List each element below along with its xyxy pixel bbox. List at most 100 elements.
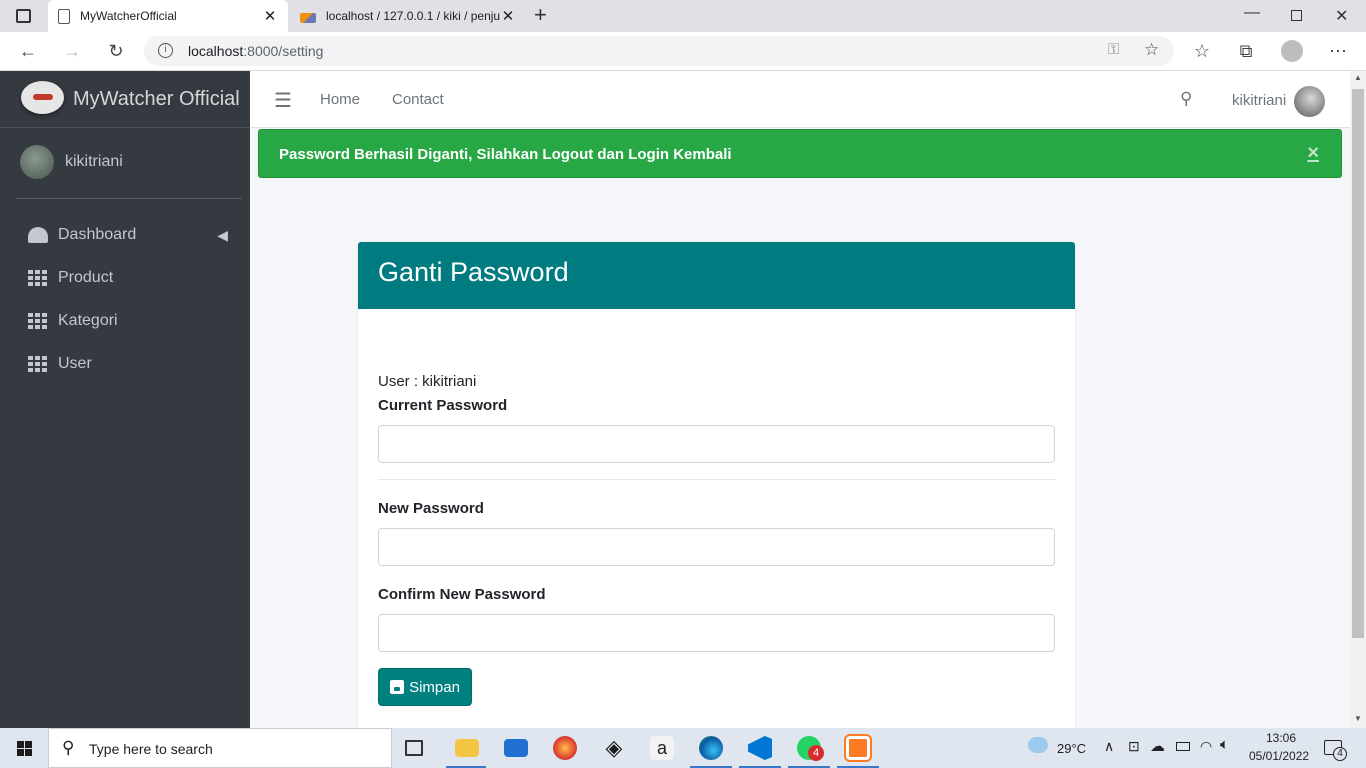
scrollbar-thumb[interactable]	[1352, 89, 1364, 638]
reload-icon[interactable]: ↻	[104, 40, 128, 62]
page-icon	[58, 8, 70, 24]
current-password-input[interactable]	[378, 425, 1055, 463]
content-wrapper: Password Berhasil Diganti, Silahkan Logo…	[250, 128, 1350, 742]
grid-icon	[28, 356, 48, 372]
hamburger-menu-icon[interactable]: ☰	[274, 88, 292, 113]
brand-link[interactable]: MyWatcher Official	[0, 71, 250, 128]
meet-now-icon[interactable]: ⊡	[1128, 738, 1140, 755]
address-bar[interactable]: i localhost:8000/setting ⚿ ☆	[144, 36, 1174, 66]
tab-mywatcher[interactable]: MyWatcherOfficial ✕	[48, 0, 288, 32]
user-line: User : kikitriani	[378, 373, 477, 390]
url-host: localhost	[188, 43, 244, 59]
nav-user-avatar[interactable]	[1294, 86, 1325, 117]
brand-logo	[21, 81, 64, 114]
phpmyadmin-icon	[300, 13, 316, 23]
nav-link-home[interactable]: Home	[320, 91, 360, 108]
scroll-down-icon[interactable]: ▼	[1354, 714, 1362, 723]
card-header: Ganti Password	[358, 242, 1075, 309]
sidebar-item-label: Kategori	[58, 312, 118, 329]
info-icon[interactable]: i	[158, 43, 173, 58]
xampp-icon[interactable]	[844, 734, 872, 762]
more-menu-icon[interactable]: ⋯	[1326, 40, 1350, 62]
grid-icon	[28, 270, 48, 286]
save-icon	[390, 680, 405, 694]
confirm-password-input[interactable]	[378, 614, 1055, 652]
minimize-button[interactable]: —	[1244, 4, 1260, 22]
browser-toolbar: ← → ↻ i localhost:8000/setting ⚿ ☆ ☆ ⧉ ⋯	[0, 32, 1366, 71]
sidebar-item-label: Dashboard	[58, 226, 137, 243]
clock-date[interactable]: 05/01/2022	[1249, 749, 1309, 763]
chevron-left-icon: ◀	[217, 226, 228, 243]
task-view-icon[interactable]	[405, 740, 423, 756]
windows-taskbar: ⚲ Type here to search ◈ a 4 29°C ∧ ⊡ ☁ ◠…	[0, 728, 1366, 768]
volume-icon[interactable]: 🔈︎	[1220, 736, 1229, 753]
close-tab-icon[interactable]: ✕	[500, 7, 516, 25]
profile-avatar[interactable]	[1281, 40, 1303, 62]
edge-icon[interactable]	[699, 736, 723, 760]
vscode-icon[interactable]	[748, 736, 772, 760]
tachometer-icon	[28, 227, 48, 243]
divider	[378, 479, 1055, 480]
scroll-up-icon[interactable]: ▲	[1354, 73, 1362, 82]
collections-icon[interactable]: ⧉	[1234, 40, 1258, 62]
page-scrollbar[interactable]: ▲ ▼	[1350, 71, 1366, 728]
browser-tab-strip: MyWatcherOfficial ✕ localhost / 127.0.0.…	[0, 0, 1366, 32]
taskbar-search-placeholder: Type here to search	[89, 741, 213, 757]
top-navbar: ☰ Home Contact ⚲ kikitriani	[250, 71, 1350, 128]
weather-icon[interactable]	[1028, 737, 1048, 753]
tab-actions-icon[interactable]	[16, 9, 31, 23]
sidebar-user-name[interactable]: kikitriani	[65, 153, 123, 171]
sidebar-item-label: User	[58, 355, 92, 372]
close-tab-icon[interactable]: ✕	[262, 7, 278, 25]
battery-icon[interactable]	[1176, 742, 1190, 751]
tab-title: localhost / 127.0.0.1 / kiki / penju	[326, 9, 500, 23]
nav-user-name[interactable]: kikitriani	[1232, 92, 1286, 109]
alert-close-button[interactable]: ×	[1307, 142, 1319, 165]
sidebar: MyWatcher Official kikitriani Dashboard …	[0, 71, 250, 728]
current-password-label: Current Password	[378, 397, 508, 414]
grid-icon	[28, 313, 48, 329]
start-button[interactable]	[0, 728, 48, 768]
new-tab-button[interactable]: +	[534, 2, 547, 28]
mail-icon[interactable]	[504, 739, 528, 757]
taskbar-search[interactable]: ⚲ Type here to search	[48, 728, 392, 768]
file-explorer-icon[interactable]	[455, 739, 479, 757]
sidebar-user-panel[interactable]: kikitriani	[16, 141, 242, 199]
new-password-input[interactable]	[378, 528, 1055, 566]
sidebar-item-kategori[interactable]: Kategori	[16, 301, 242, 341]
favorites-icon[interactable]: ☆	[1190, 40, 1214, 62]
change-password-card: Ganti Password User : kikitriani Current…	[358, 242, 1075, 742]
card-title: Ganti Password	[378, 257, 569, 287]
search-icon: ⚲	[62, 738, 75, 757]
wifi-icon[interactable]: ◠	[1200, 738, 1212, 755]
sidebar-item-label: Product	[58, 269, 114, 286]
success-alert: Password Berhasil Diganti, Silahkan Logo…	[258, 129, 1342, 178]
chevron-up-icon[interactable]: ∧	[1104, 738, 1114, 755]
sidebar-item-dashboard[interactable]: Dashboard ◀	[16, 215, 242, 255]
brand-text: MyWatcher Official	[73, 88, 240, 110]
search-icon[interactable]: ⚲	[1180, 89, 1192, 109]
notification-count: 4	[1333, 747, 1347, 761]
windows-logo-icon	[17, 741, 32, 756]
forward-icon[interactable]: →	[60, 40, 84, 62]
tab-phpmyadmin[interactable]: localhost / 127.0.0.1 / kiki / penju ✕	[290, 0, 526, 32]
clock-time[interactable]: 13:06	[1266, 731, 1296, 745]
nav-link-contact[interactable]: Contact	[392, 91, 444, 108]
new-password-label: New Password	[378, 500, 484, 517]
firefox-icon[interactable]	[553, 736, 577, 760]
save-button[interactable]: Simpan	[378, 668, 472, 706]
back-icon[interactable]: ←	[16, 40, 40, 62]
dropbox-icon[interactable]: ◈	[602, 736, 626, 760]
key-icon[interactable]: ⚿	[1108, 41, 1119, 58]
amazon-icon[interactable]: a	[650, 736, 674, 760]
url-text: localhost:8000/setting	[188, 43, 323, 59]
temperature[interactable]: 29°C	[1057, 741, 1086, 756]
restore-button[interactable]	[1291, 10, 1302, 21]
close-window-button[interactable]: ✕	[1335, 6, 1348, 26]
sidebar-item-product[interactable]: Product	[16, 258, 242, 298]
onedrive-icon[interactable]: ☁	[1150, 737, 1165, 755]
sidebar-item-user[interactable]: User	[16, 344, 242, 384]
save-button-label: Simpan	[409, 678, 460, 696]
whatsapp-badge: 4	[808, 745, 824, 761]
add-favorite-icon[interactable]: ☆	[1144, 40, 1159, 60]
